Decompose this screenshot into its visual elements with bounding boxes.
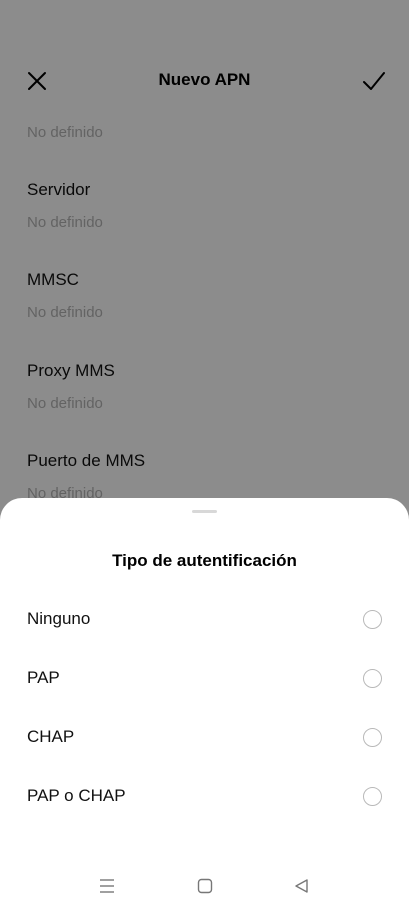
- auth-type-bottom-sheet: Tipo de autentificación Ninguno PAP CHAP…: [0, 498, 409, 910]
- radio-button[interactable]: [363, 787, 382, 806]
- home-icon[interactable]: [195, 876, 215, 896]
- option-label: CHAP: [27, 727, 75, 746]
- option-ninguno[interactable]: Ninguno: [0, 591, 409, 647]
- radio-button[interactable]: [363, 728, 382, 747]
- option-chap[interactable]: CHAP: [0, 709, 409, 765]
- sheet-title: Tipo de autentificación: [112, 551, 297, 570]
- sheet-drag-handle[interactable]: [192, 510, 217, 513]
- option-pap-o-chap[interactable]: PAP o CHAP: [0, 768, 409, 824]
- option-label: Ninguno: [27, 609, 91, 628]
- option-pap[interactable]: PAP: [0, 650, 409, 706]
- option-label: PAP: [27, 668, 60, 687]
- system-nav-bar: [0, 860, 409, 910]
- back-icon[interactable]: [292, 876, 312, 896]
- radio-button[interactable]: [363, 610, 382, 629]
- menu-icon[interactable]: [97, 876, 117, 896]
- option-label: PAP o CHAP: [27, 786, 126, 805]
- screen: 10:00 Nuevo APN No definido Servidor No …: [0, 0, 409, 910]
- radio-button[interactable]: [363, 669, 382, 688]
